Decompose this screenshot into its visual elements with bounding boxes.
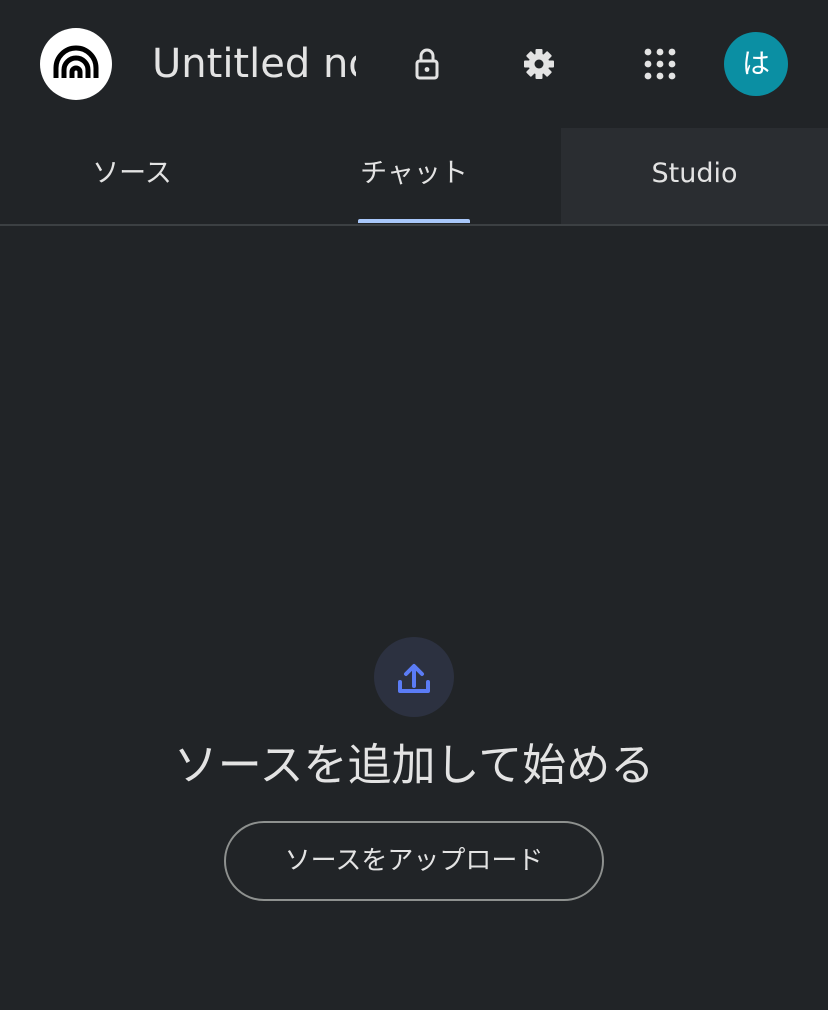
upload-source-button[interactable]: ソースをアップロード — [224, 821, 604, 901]
avatar[interactable]: は — [724, 32, 788, 96]
active-tab-indicator — [358, 219, 470, 223]
apps-grid-icon[interactable] — [636, 40, 684, 88]
empty-state-heading: ソースを追加して始める — [173, 740, 655, 791]
gear-icon[interactable] — [515, 40, 563, 88]
tab-chat[interactable]: チャット — [282, 128, 546, 225]
tab-studio[interactable]: Studio — [561, 128, 828, 225]
app-header: Untitled notebook — [0, 0, 828, 128]
tab-sources[interactable]: ソース — [0, 128, 264, 225]
notebooklm-logo-icon[interactable] — [40, 28, 112, 100]
upload-icon — [374, 637, 454, 717]
lock-icon[interactable] — [403, 40, 451, 88]
notebook-title[interactable]: Untitled notebook — [152, 36, 356, 92]
tab-divider — [0, 224, 828, 226]
tab-bar: ソース チャット Studio — [0, 128, 828, 225]
